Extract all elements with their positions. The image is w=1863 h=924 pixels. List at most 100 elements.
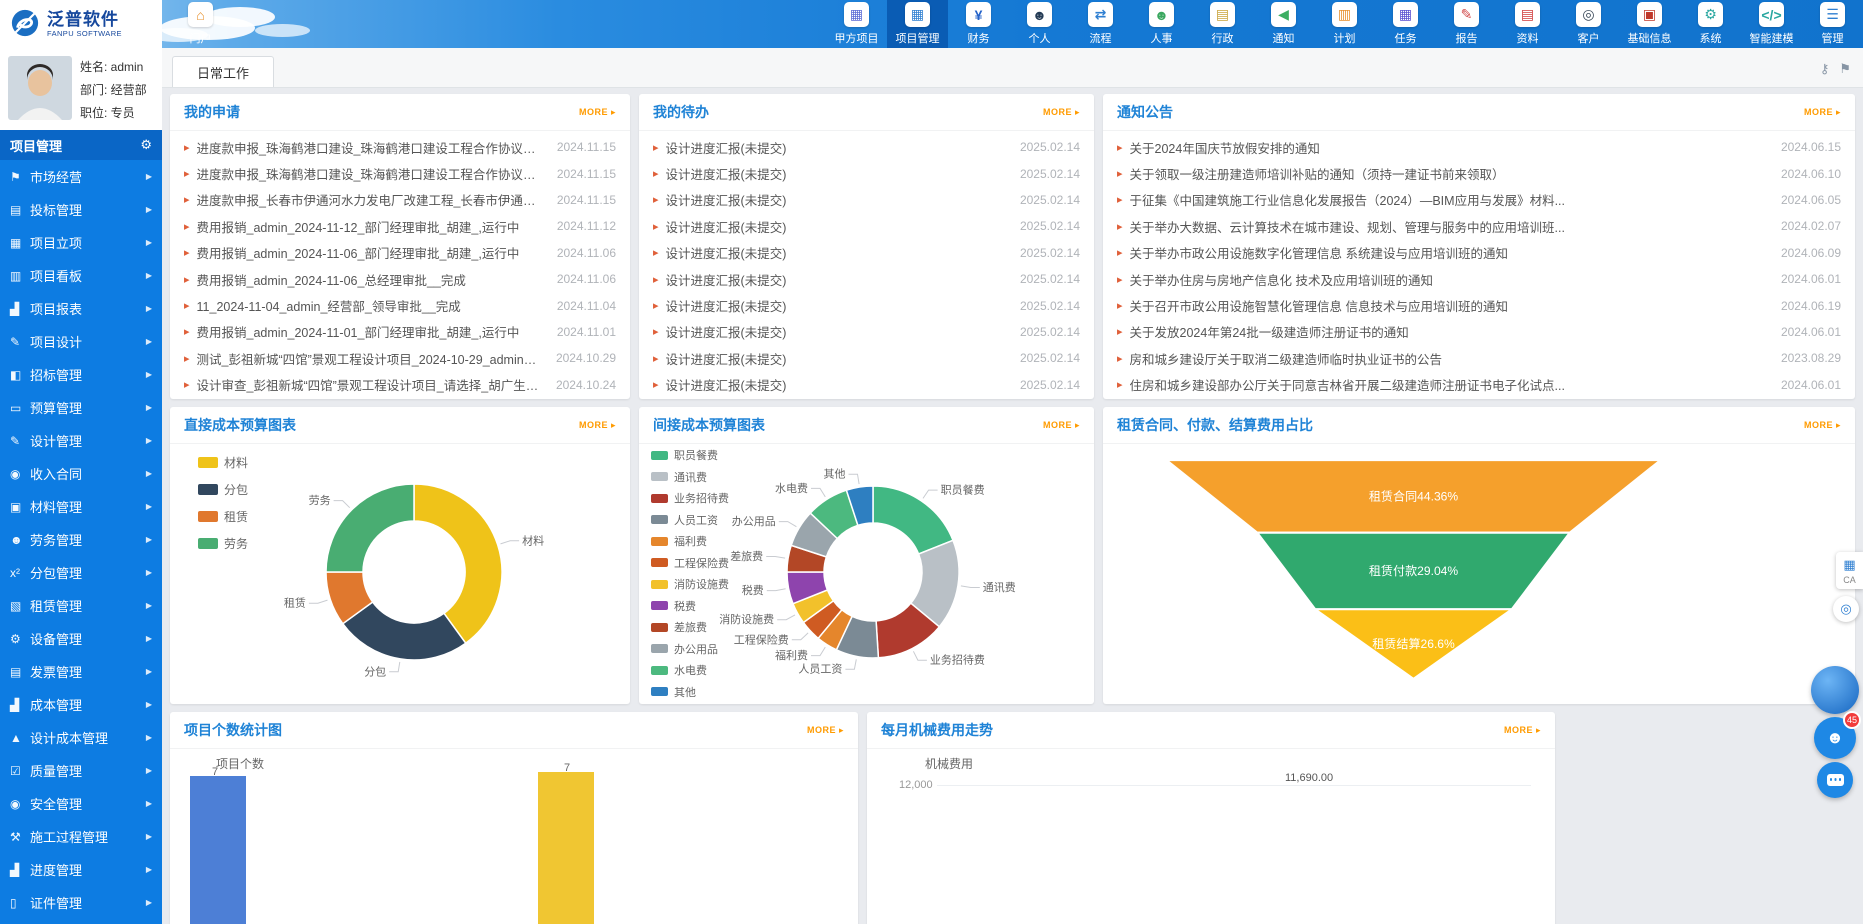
- list-item[interactable]: ▸ 测试_彭祖新城“四馆”景观工程设计项目_2024-10-29_admin_结…: [184, 345, 616, 371]
- sidebar-menu-item[interactable]: ☻ 劳务管理 ▶: [0, 523, 162, 556]
- legend-item[interactable]: 租赁: [198, 508, 248, 525]
- list-item[interactable]: ▸ 住房和城乡建设部办公厅关于同意吉林省开展二级建造师注册证书电子化试点... …: [1117, 372, 1841, 398]
- list-item[interactable]: ▸ 关于举办住房与房地产信息化 技术及应用培训班的通知 2024.06.01: [1117, 266, 1841, 292]
- side-toolbar-widget[interactable]: ▦ CA: [1836, 552, 1863, 589]
- more-link[interactable]: MORE: [1804, 107, 1841, 118]
- sidebar-menu-item[interactable]: ▯ 证件管理 ▶: [0, 886, 162, 919]
- more-link[interactable]: MORE: [579, 107, 616, 118]
- list-item[interactable]: ▸ 设计进度汇报(未提交) 2025.02.14: [653, 292, 1080, 318]
- list-item[interactable]: ▸ 设计进度汇报(未提交) 2025.02.14: [653, 160, 1080, 186]
- list-item[interactable]: ▸ 费用报销_admin_2024-11-06_总经理审批__完成 2024.1…: [184, 266, 616, 292]
- sidebar-menu-item[interactable]: ▭ 预算管理 ▶: [0, 391, 162, 424]
- pin-icon[interactable]: ⚑: [1839, 61, 1851, 77]
- legend-item[interactable]: 劳务: [198, 535, 248, 552]
- list-item[interactable]: ▸ 进度款申报_珠海鹤港口建设_珠海鹤港口建设工程合作协议书_admin_...…: [184, 160, 616, 186]
- list-item[interactable]: ▸ 设计进度汇报(未提交) 2025.02.14: [653, 345, 1080, 371]
- legend-item[interactable]: 人员工资: [651, 512, 729, 528]
- sidebar-menu-item[interactable]: x² 分包管理 ▶: [0, 556, 162, 589]
- list-item[interactable]: ▸ 关于举办大数据、云计算技术在城市建设、规划、管理与服务中的应用培训班... …: [1117, 213, 1841, 239]
- list-item[interactable]: ▸ 进度款申报_珠海鹤港口建设_珠海鹤港口建设工程合作协议书_admin_...…: [184, 134, 616, 160]
- legend-item[interactable]: 工程保险费: [651, 555, 729, 571]
- sidebar-menu-item[interactable]: ▥ 项目看板 ▶: [0, 259, 162, 292]
- top-nav-item[interactable]: ✎ 报告: [1436, 0, 1497, 48]
- top-nav-item[interactable]: ▦ 任务: [1375, 0, 1436, 48]
- legend-item[interactable]: 税费: [651, 598, 729, 614]
- list-item[interactable]: ▸ 设计进度汇报(未提交) 2025.02.14: [653, 134, 1080, 160]
- sidebar-menu-item[interactable]: ▧ 租赁管理 ▶: [0, 589, 162, 622]
- sidebar-menu-item[interactable]: ▤ 发票管理 ▶: [0, 655, 162, 688]
- legend-item[interactable]: 材料: [198, 454, 248, 471]
- top-nav-item[interactable]: ⇄ 流程: [1070, 0, 1131, 48]
- sidebar-menu-item[interactable]: ✎ 设计管理 ▶: [0, 424, 162, 457]
- list-item[interactable]: ▸ 于征集《中国建筑施工行业信息化发展报告（2024）—BIM应用与发展》材料.…: [1117, 187, 1841, 213]
- list-item[interactable]: ▸ 设计审查_彭祖新城“四馆”景观工程设计项目_请选择_胡广生_2024-10-…: [184, 372, 616, 398]
- list-item[interactable]: ▸ 费用报销_admin_2024-11-12_部门经理审批_胡建_,运行中 2…: [184, 213, 616, 239]
- list-item[interactable]: ▸ 设计进度汇报(未提交) 2025.02.14: [653, 266, 1080, 292]
- list-item[interactable]: ▸ 关于领取一级注册建造师培训补贴的通知（须持一建证书前来领取） 2024.06…: [1117, 160, 1841, 186]
- more-link[interactable]: MORE: [1804, 420, 1841, 431]
- more-link[interactable]: MORE: [1043, 420, 1080, 431]
- top-nav-item[interactable]: ☻ 人事: [1131, 0, 1192, 48]
- top-nav-item[interactable]: ☰ 管理: [1802, 0, 1863, 48]
- more-link[interactable]: MORE: [1504, 725, 1541, 736]
- more-link[interactable]: MORE: [807, 725, 844, 736]
- sidebar-menu-item[interactable]: ☑ 质量管理 ▶: [0, 754, 162, 787]
- sidebar-menu-item[interactable]: ◉ 收入合同 ▶: [0, 457, 162, 490]
- tab-daily-work[interactable]: 日常工作: [172, 56, 274, 87]
- legend-item[interactable]: 业务招待费: [651, 490, 729, 506]
- sidebar-menu-item[interactable]: ⚙ 设备管理 ▶: [0, 622, 162, 655]
- list-item[interactable]: ▸ 关于召开市政公用设施智慧化管理信息 信息技术与应用培训班的通知 2024.0…: [1117, 292, 1841, 318]
- top-nav-item[interactable]: ▤ 资料: [1497, 0, 1558, 48]
- list-item[interactable]: ▸ 设计进度汇报(未提交) 2025.02.14: [653, 213, 1080, 239]
- legend-item[interactable]: 福利费: [651, 533, 729, 549]
- legend-item[interactable]: 水电费: [651, 662, 729, 678]
- list-item[interactable]: ▸ 费用报销_admin_2024-11-06_部门经理审批_胡建_,运行中 2…: [184, 240, 616, 266]
- list-item[interactable]: ▸ 关于发放2024年第24批一级建造师注册证书的通知 2024.06.01: [1117, 319, 1841, 345]
- side-circle-button[interactable]: ◎: [1833, 596, 1859, 622]
- user-avatar[interactable]: [8, 56, 72, 120]
- more-link[interactable]: MORE: [1043, 107, 1080, 118]
- more-link[interactable]: MORE: [579, 420, 616, 431]
- sidebar-menu-item[interactable]: ▣ 材料管理 ▶: [0, 490, 162, 523]
- sidebar-menu-item[interactable]: ⚑ 市场经营 ▶: [0, 160, 162, 193]
- sidebar-menu-item[interactable]: ▦ 项目立项 ▶: [0, 226, 162, 259]
- top-nav-item[interactable]: ◀ 通知: [1253, 0, 1314, 48]
- top-nav-item[interactable]: ◎ 客户: [1558, 0, 1619, 48]
- list-item[interactable]: ▸ 设计进度汇报(未提交) 2025.02.14: [653, 319, 1080, 345]
- float-ball-button[interactable]: [1811, 666, 1859, 714]
- list-item[interactable]: ▸ 11_2024-11-04_admin_经营部_领导审批__完成 2024.…: [184, 292, 616, 318]
- list-item[interactable]: ▸ 设计进度汇报(未提交) 2025.02.14: [653, 187, 1080, 213]
- top-nav-item[interactable]: ▦ 项目管理: [887, 0, 948, 48]
- legend-item[interactable]: 其他: [651, 684, 729, 700]
- top-nav-item[interactable]: ▤ 行政: [1192, 0, 1253, 48]
- sidebar-menu-item[interactable]: ◧ 招标管理 ▶: [0, 358, 162, 391]
- sidebar-menu-item[interactable]: ▟ 成本管理 ▶: [0, 688, 162, 721]
- legend-item[interactable]: 职员餐费: [651, 447, 729, 463]
- nav-item-portal[interactable]: ⌂ 门户: [170, 0, 231, 48]
- sidebar-menu-item[interactable]: ▲ 设计成本管理 ▶: [0, 721, 162, 754]
- app-logo[interactable]: 泛普软件 FANPU SOFTWARE: [0, 0, 162, 48]
- sidebar-menu-item[interactable]: ◉ 安全管理 ▶: [0, 787, 162, 820]
- top-nav-item[interactable]: ▦ 甲方项目: [826, 0, 887, 48]
- top-nav-item[interactable]: ▣ 基础信息: [1619, 0, 1680, 48]
- legend-item[interactable]: 消防设施费: [651, 576, 729, 592]
- top-nav-item[interactable]: ⚙ 系统: [1680, 0, 1741, 48]
- legend-item[interactable]: 办公用品: [651, 641, 729, 657]
- list-item[interactable]: ▸ 进度款申报_长春市伊通河水力发电厂改建工程_长春市伊通河水力发电... 20…: [184, 187, 616, 213]
- gear-icon[interactable]: ⚙: [140, 137, 152, 153]
- key-icon[interactable]: ⚷: [1820, 61, 1830, 77]
- list-item[interactable]: ▸ 关于2024年国庆节放假安排的通知 2024.06.15: [1117, 134, 1841, 160]
- sidebar-menu-item[interactable]: ▤ 投标管理 ▶: [0, 193, 162, 226]
- top-nav-item[interactable]: ¥ 财务: [948, 0, 1009, 48]
- sidebar-menu-item[interactable]: ⚒ 施工过程管理 ▶: [0, 820, 162, 853]
- chat-button[interactable]: [1817, 762, 1853, 798]
- top-nav-item[interactable]: </> 智能建模: [1741, 0, 1802, 48]
- legend-item[interactable]: 分包: [198, 481, 248, 498]
- list-item[interactable]: ▸ 房和城乡建设厅关于取消二级建造师临时执业证书的公告 2023.08.29: [1117, 345, 1841, 371]
- sidebar-menu-item[interactable]: ✎ 项目设计 ▶: [0, 325, 162, 358]
- bar[interactable]: [190, 776, 246, 924]
- top-nav-item[interactable]: ☻ 个人: [1009, 0, 1070, 48]
- bar[interactable]: [538, 772, 594, 924]
- top-nav-item[interactable]: ▥ 计划: [1314, 0, 1375, 48]
- legend-item[interactable]: 差旅费: [651, 619, 729, 635]
